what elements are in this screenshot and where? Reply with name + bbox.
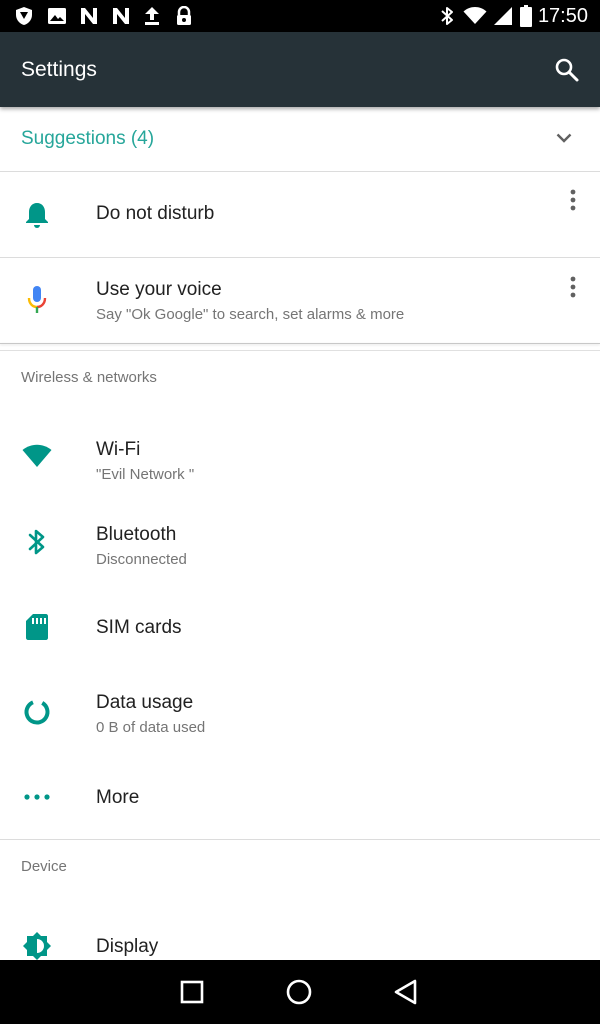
settings-item-title: More xyxy=(96,787,140,808)
suggestion-use-your-voice[interactable]: Use your voice Say "Ok Google" to search… xyxy=(0,258,600,343)
overflow-menu-icon[interactable] xyxy=(566,188,580,212)
bluetooth-icon xyxy=(438,5,456,27)
app-bar: Settings xyxy=(0,32,600,107)
settings-item-sim-cards[interactable]: SIM cards xyxy=(0,581,600,666)
wifi-icon xyxy=(22,441,52,471)
battery-icon xyxy=(518,5,534,27)
upload-icon xyxy=(142,5,162,27)
signal-icon xyxy=(492,5,514,27)
navigation-bar xyxy=(0,960,600,1024)
settings-item-title: Display xyxy=(96,936,159,957)
n-notification-icon xyxy=(78,5,100,27)
data-usage-icon xyxy=(22,697,52,727)
suggestion-title: Use your voice xyxy=(96,279,222,300)
section-header-wireless: Wireless & networks xyxy=(21,369,157,386)
overflow-menu-icon[interactable] xyxy=(566,275,580,299)
suggestions-header[interactable]: Suggestions (4) xyxy=(0,107,600,171)
n-notification-icon xyxy=(110,5,132,27)
suggestions-label: Suggestions (4) xyxy=(21,128,155,149)
settings-item-subtitle: 0 B of data used xyxy=(96,719,206,736)
suggestion-subtitle: Say "Ok Google" to search, set alarms & … xyxy=(96,306,405,323)
brightness-icon xyxy=(22,931,52,960)
settings-list: Suggestions (4) Do not disturb Use your … xyxy=(0,107,600,960)
bluetooth-icon xyxy=(22,527,52,557)
settings-item-more[interactable]: More xyxy=(0,751,600,839)
home-icon[interactable] xyxy=(283,976,315,1008)
divider xyxy=(0,839,600,840)
sim-card-icon xyxy=(22,612,52,642)
wifi-icon xyxy=(462,5,488,27)
settings-item-title: Wi-Fi xyxy=(96,439,141,460)
image-icon xyxy=(46,5,68,27)
settings-item-display[interactable]: Display xyxy=(0,900,600,960)
suggestion-do-not-disturb[interactable]: Do not disturb xyxy=(0,172,600,257)
section-header-device: Device xyxy=(21,858,67,875)
suggestion-title: Do not disturb xyxy=(96,203,215,224)
bell-icon xyxy=(22,200,52,230)
suggestions-bottom-divider xyxy=(0,343,600,344)
page-title: Settings xyxy=(21,58,97,81)
back-icon[interactable] xyxy=(390,976,422,1008)
settings-item-bluetooth[interactable]: Bluetooth Disconnected xyxy=(0,496,600,581)
settings-item-title: Data usage xyxy=(96,692,194,713)
status-bar: 17:50 xyxy=(0,0,600,32)
settings-item-data-usage[interactable]: Data usage 0 B of data used xyxy=(0,666,600,751)
settings-item-subtitle: "Evil Network " xyxy=(96,466,195,483)
more-horizontal-icon xyxy=(22,782,52,812)
microphone-icon xyxy=(22,285,52,315)
chevron-down-icon[interactable] xyxy=(556,131,572,149)
divider xyxy=(0,350,600,351)
settings-item-title: SIM cards xyxy=(96,617,182,638)
settings-item-subtitle: Disconnected xyxy=(96,551,187,568)
settings-item-wifi[interactable]: Wi-Fi "Evil Network " xyxy=(0,411,600,496)
recents-icon[interactable] xyxy=(176,976,208,1008)
search-icon[interactable] xyxy=(554,57,580,83)
settings-item-title: Bluetooth xyxy=(96,524,177,545)
shield-icon xyxy=(12,5,36,27)
status-time: 17:50 xyxy=(537,5,588,27)
lock-icon xyxy=(174,5,194,27)
